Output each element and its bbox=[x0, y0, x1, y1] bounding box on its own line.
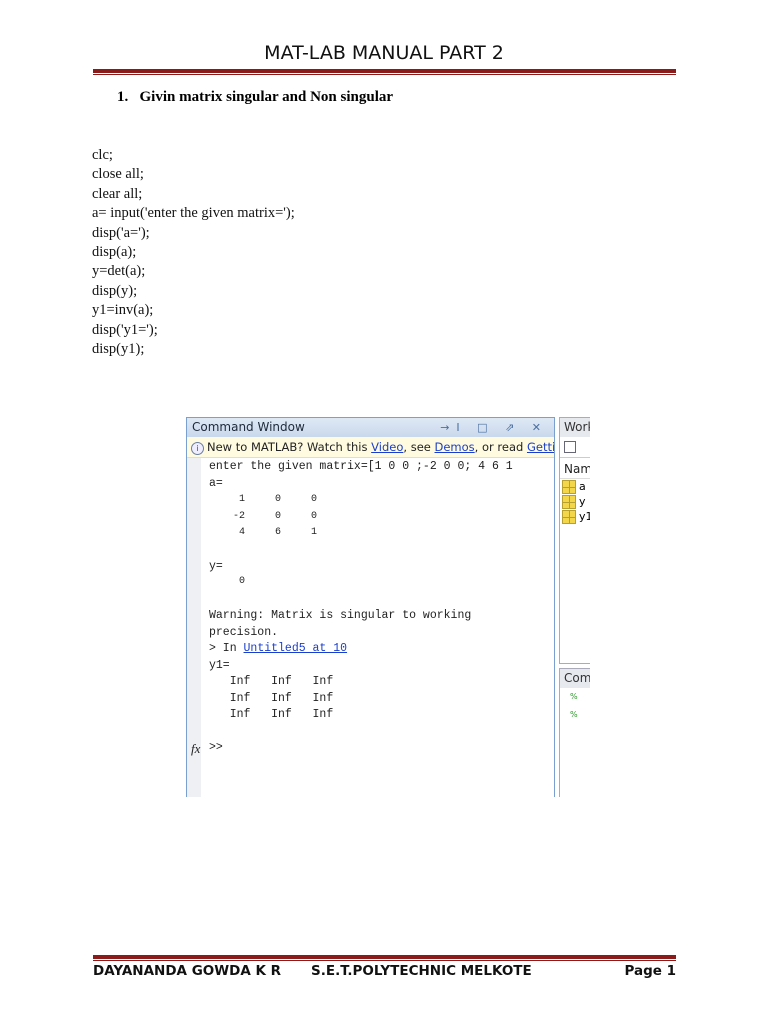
code-line: a= input('enter the given matrix='); bbox=[92, 205, 295, 222]
code-line: disp(y); bbox=[92, 282, 138, 299]
output-line: Inf Inf Inf bbox=[209, 708, 334, 721]
matrix-icon bbox=[562, 480, 576, 494]
footer-rule bbox=[93, 955, 676, 961]
code-line: clc; bbox=[92, 147, 113, 163]
code-line: clear all; bbox=[92, 185, 143, 202]
command-history-title: Com bbox=[560, 669, 590, 688]
code-line: disp(y1); bbox=[92, 341, 145, 358]
code-line: disp(a); bbox=[92, 244, 137, 261]
warning-line: precision. bbox=[209, 626, 279, 639]
matrix-icon bbox=[562, 510, 576, 524]
history-node-icon[interactable]: % bbox=[560, 688, 590, 706]
code-line: disp('y1='); bbox=[92, 321, 158, 338]
command-window-titlebar: Command Window →I □ ⇗ ✕ bbox=[187, 418, 554, 437]
history-node-icon[interactable]: % bbox=[560, 706, 590, 724]
new-variable-icon[interactable] bbox=[564, 441, 576, 453]
prompt[interactable]: >> bbox=[209, 741, 223, 754]
warning-line: Warning: Matrix is singular to working bbox=[209, 609, 472, 622]
info-bar: i New to MATLAB? Watch this Video, see De… bbox=[187, 437, 554, 458]
command-window: Command Window →I □ ⇗ ✕ i New to MATLAB? … bbox=[186, 417, 555, 797]
output-line: 0 bbox=[209, 576, 246, 587]
footer-page-number: Page 1 bbox=[624, 963, 676, 979]
info-icon: i bbox=[191, 442, 204, 455]
output-line: y1= bbox=[209, 659, 230, 672]
output-line: Inf Inf Inf bbox=[209, 692, 334, 705]
window-controls-icon[interactable]: →I □ ⇗ ✕ bbox=[440, 418, 548, 437]
workspace-title: Work bbox=[560, 418, 590, 437]
page-header-title: MAT-LAB MANUAL PART 2 bbox=[264, 42, 504, 64]
section-title: Givin matrix singular and Non singular bbox=[139, 89, 394, 105]
footer-institute: S.E.T.POLYTECHNIC MELKOTE bbox=[311, 963, 532, 979]
code-line: disp('a='); bbox=[92, 224, 150, 241]
output-line: enter the given matrix=[1 0 0 ;-2 0 0; 4… bbox=[209, 460, 513, 473]
command-output[interactable]: enter the given matrix=[1 0 0 ;-2 0 0; 4… bbox=[209, 460, 513, 754]
workspace-toolbar bbox=[560, 437, 590, 458]
name-column-header[interactable]: Nam bbox=[560, 458, 590, 479]
document-page: MAT-LAB MANUAL PART 2 1. Givin matrix si… bbox=[0, 0, 768, 1024]
code-line: close all; bbox=[92, 166, 144, 183]
code-line: y1=inv(a); bbox=[92, 302, 154, 319]
demos-link[interactable]: Demos bbox=[435, 440, 475, 454]
footer-author: DAYANANDA GOWDA K R bbox=[93, 963, 282, 979]
output-line: a= bbox=[209, 477, 223, 490]
output-line: Inf Inf Inf bbox=[209, 675, 334, 688]
command-history-panel: Com % % bbox=[559, 668, 590, 797]
workspace-panel: Work Nam a y y1 bbox=[559, 417, 590, 664]
workspace-var[interactable]: y1 bbox=[560, 509, 590, 524]
getting-started-link[interactable]: Getting Sta bbox=[527, 440, 554, 454]
output-line: y= bbox=[209, 560, 223, 573]
code-listing: clc; close all; clear all; a= input('ent… bbox=[92, 146, 295, 359]
header-rule bbox=[93, 69, 676, 75]
matrix-icon bbox=[562, 495, 576, 509]
section-heading: 1. Givin matrix singular and Non singula… bbox=[117, 89, 393, 106]
workspace-var[interactable]: a bbox=[560, 479, 590, 494]
workspace-var[interactable]: y bbox=[560, 494, 590, 509]
fx-icon[interactable]: fx bbox=[191, 741, 200, 757]
section-number: 1. bbox=[117, 89, 129, 105]
output-line: -2 0 0 bbox=[209, 511, 318, 522]
command-window-title: Command Window bbox=[192, 420, 305, 434]
code-line: y=det(a); bbox=[92, 263, 146, 280]
matlab-screenshot: Command Window →I □ ⇗ ✕ i New to MATLAB? … bbox=[180, 415, 590, 797]
untitled5-link[interactable]: Untitled5 at 10 bbox=[244, 642, 348, 655]
video-link[interactable]: Video bbox=[371, 440, 403, 454]
output-line: 1 0 0 bbox=[209, 494, 318, 505]
output-line: 4 6 1 bbox=[209, 527, 318, 538]
output-line: > In Untitled5 at 10 bbox=[209, 642, 348, 655]
